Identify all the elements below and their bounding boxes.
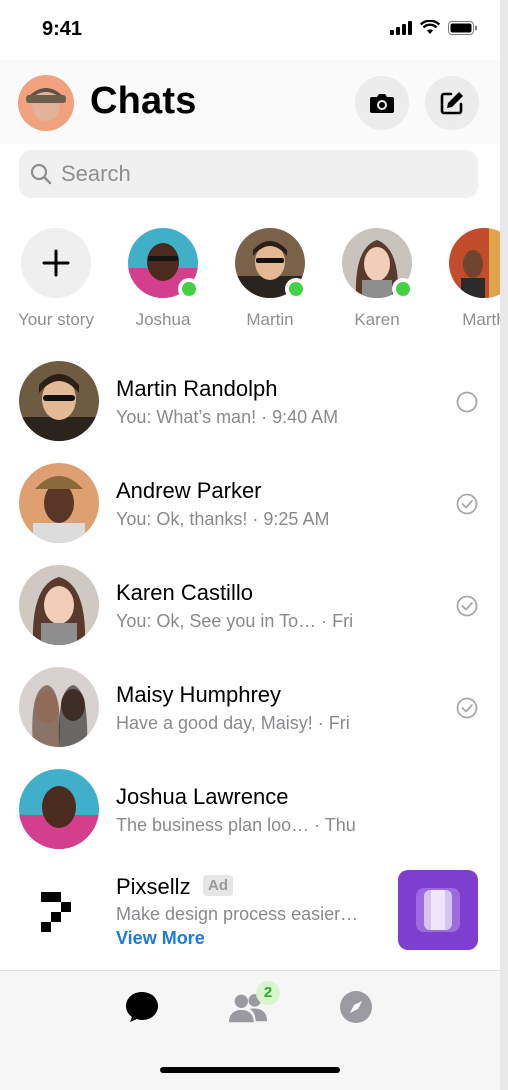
header: Chats	[0, 60, 500, 144]
chat-name: Andrew Parker	[116, 478, 262, 503]
story-karen[interactable]: Karen	[327, 228, 427, 330]
story-joshua[interactable]: Joshua	[113, 228, 213, 330]
sent-status-icon	[456, 391, 478, 413]
ad-preview: Make design process easier…	[116, 904, 359, 924]
chat-preview: You: Ok, See you in To… · Fri	[116, 611, 354, 631]
avatar	[19, 769, 99, 849]
profile-avatar[interactable]	[18, 75, 74, 131]
story-label: Your story	[18, 310, 94, 329]
chat-row-martin-randolph[interactable]: Martin Randolph You: What’s man! · 9:40 …	[0, 356, 500, 458]
compose-icon	[440, 92, 463, 115]
search-bar[interactable]: Search	[19, 150, 478, 198]
wifi-icon	[420, 20, 440, 34]
avatar	[19, 361, 99, 441]
delivered-status-icon	[456, 697, 478, 719]
battery-icon	[448, 20, 477, 35]
avatar	[19, 667, 99, 747]
online-indicator	[178, 278, 200, 300]
avatar	[19, 463, 99, 543]
status-icons	[390, 20, 478, 35]
camera-icon	[370, 94, 394, 113]
chat-row-maisy-humphrey[interactable]: Maisy Humphrey Have a good day, Maisy! ·…	[0, 662, 500, 764]
story-your-story[interactable]: Your story	[6, 228, 106, 330]
people-badge: 2	[256, 981, 280, 1005]
cellular-signal-icon	[390, 20, 412, 35]
story-label: Karen	[354, 310, 400, 329]
story-avatar	[449, 228, 500, 298]
ad-name: Pixsellz	[116, 874, 191, 899]
story-martin[interactable]: Martin	[220, 228, 320, 330]
compass-icon	[340, 991, 372, 1023]
chat-row-karen-castillo[interactable]: Karen Castillo You: Ok, See you in To… ·…	[0, 560, 500, 662]
status-bar: 9:41	[0, 0, 508, 60]
chat-name: Martin Randolph	[116, 376, 278, 401]
chat-preview: You: Ok, thanks! · 9:25 AM	[116, 509, 330, 529]
search-placeholder: Search	[61, 161, 131, 186]
tab-discover[interactable]	[336, 987, 376, 1027]
page-title: Chats	[90, 80, 197, 122]
story-label: Martin	[246, 310, 294, 329]
delivered-status-icon	[456, 493, 478, 515]
chat-bubble-icon	[126, 992, 158, 1022]
search-icon	[29, 162, 53, 186]
tab-chats[interactable]	[122, 987, 162, 1027]
online-indicator	[392, 278, 414, 300]
home-indicator	[160, 1067, 340, 1073]
delivered-status-icon	[456, 595, 478, 617]
compose-button[interactable]	[425, 76, 479, 130]
online-indicator	[285, 278, 307, 300]
pixsellz-logo	[19, 868, 99, 948]
avatar	[19, 565, 99, 645]
camera-button[interactable]	[355, 76, 409, 130]
view-more-link[interactable]: View More	[116, 928, 205, 949]
ad-badge: Ad	[203, 875, 233, 896]
chat-row-joshua-lawrence[interactable]: Joshua Lawrence The business plan loo… ·…	[0, 764, 500, 866]
chat-preview: You: What’s man! · 9:40 AM	[116, 407, 339, 427]
plus-icon	[42, 249, 70, 277]
chat-name: Maisy Humphrey	[116, 682, 282, 707]
tab-bar: 2	[0, 970, 500, 1090]
screen-edge	[500, 0, 508, 1090]
chat-name: Joshua Lawrence	[116, 784, 289, 809]
ad-thumbnail[interactable]	[398, 870, 478, 950]
status-time: 9:41	[42, 18, 83, 40]
story-label: Joshua	[135, 310, 191, 329]
chat-name: Karen Castillo	[116, 580, 253, 605]
chat-preview: Have a good day, Maisy! · Fri	[116, 713, 350, 733]
add-story-button[interactable]	[21, 228, 91, 298]
stories-row: Your story Joshua Martin Karen Mart	[0, 228, 500, 338]
sponsored-chat-row[interactable]: Pixsellz Ad Make design process easier… …	[0, 864, 500, 964]
story-label: Marth	[462, 310, 500, 329]
chat-row-andrew-parker[interactable]: Andrew Parker You: Ok, thanks! · 9:25 AM	[0, 458, 500, 560]
chat-preview: The business plan loo… · Thu	[116, 815, 356, 835]
story-marth[interactable]: Marth	[434, 228, 500, 330]
